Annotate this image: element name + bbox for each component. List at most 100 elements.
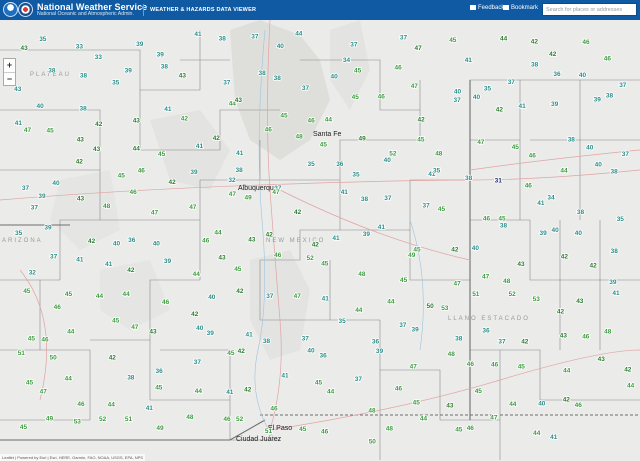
station-value[interactable]: 45 [448, 36, 457, 45]
station-value[interactable]: 45 [117, 172, 126, 181]
station-value[interactable]: 46 [581, 333, 590, 342]
station-value[interactable]: 49 [358, 135, 367, 144]
station-value[interactable]: 45 [517, 363, 526, 372]
station-value[interactable]: 46 [201, 237, 210, 246]
station-value[interactable]: 44 [354, 306, 363, 315]
station-value[interactable]: 45 [474, 387, 483, 396]
station-value[interactable]: 39 [539, 229, 548, 238]
station-value[interactable]: 48 [357, 270, 366, 279]
station-value[interactable]: 34 [342, 56, 351, 65]
station-value[interactable]: 40 [383, 156, 392, 165]
station-value[interactable]: 49 [156, 424, 165, 433]
station-value[interactable]: 46 [264, 126, 273, 135]
station-value[interactable]: 39 [156, 51, 165, 60]
station-value[interactable]: 43 [92, 145, 101, 154]
station-value[interactable]: 48 [295, 133, 304, 142]
station-value[interactable]: 44 [194, 387, 203, 396]
station-value[interactable]: 45 [233, 265, 242, 274]
station-value[interactable]: 35 [14, 229, 23, 238]
station-value[interactable]: 47 [476, 138, 485, 147]
station-value[interactable]: 46 [137, 167, 146, 176]
station-value[interactable]: 38 [499, 222, 508, 231]
station-value[interactable]: 47 [409, 363, 418, 372]
station-value[interactable]: 41 [104, 260, 113, 269]
bookmark-button[interactable]: Bookmark [503, 5, 538, 11]
station-value[interactable]: 44 [508, 400, 517, 409]
station-value[interactable]: 44 [560, 167, 569, 176]
station-value[interactable]: 37 [398, 321, 407, 330]
station-value[interactable]: 37 [498, 337, 507, 346]
station-value[interactable]: 37 [399, 34, 408, 43]
station-value[interactable]: 51 [471, 290, 480, 299]
station-value[interactable]: 40 [207, 293, 216, 302]
station-value[interactable]: 40 [472, 93, 481, 102]
station-value[interactable]: 37 [453, 96, 462, 105]
station-value[interactable]: 37 [21, 184, 30, 193]
station-value[interactable]: 44 [122, 290, 131, 299]
station-value[interactable]: 42 [293, 208, 302, 217]
station-value[interactable]: 40 [594, 161, 603, 170]
station-value[interactable]: 38 [126, 374, 135, 383]
station-value[interactable]: 41 [464, 56, 473, 65]
station-value[interactable]: 42 [180, 115, 189, 124]
station-value[interactable]: 47 [130, 323, 139, 332]
station-value[interactable]: 37 [621, 150, 630, 159]
station-value[interactable]: 39 [38, 192, 47, 201]
station-value[interactable]: 36 [319, 352, 328, 361]
station-value[interactable]: 38 [79, 72, 88, 81]
station-value[interactable]: 37 [222, 79, 231, 88]
station-value[interactable]: 38 [258, 69, 267, 78]
station-value[interactable]: 49 [244, 194, 253, 203]
station-value[interactable]: 46 [490, 361, 499, 370]
station-value[interactable]: 50 [49, 353, 58, 362]
station-value[interactable]: 44 [562, 366, 571, 375]
station-value[interactable]: 42 [212, 134, 221, 143]
station-value[interactable]: 45 [511, 143, 520, 152]
station-value[interactable]: 40 [112, 240, 121, 249]
station-value[interactable]: 39 [411, 326, 420, 335]
station-value[interactable]: 43 [20, 44, 29, 53]
station-value[interactable]: 42 [94, 120, 103, 129]
station-value[interactable]: 37 [193, 358, 202, 367]
station-value[interactable]: 42 [168, 178, 177, 187]
station-value[interactable]: 45 [25, 379, 34, 388]
station-value[interactable]: 45 [19, 423, 28, 432]
station-value[interactable]: 46 [394, 384, 403, 393]
station-value[interactable]: 38 [360, 195, 369, 204]
station-value[interactable]: 46 [603, 55, 612, 64]
station-value[interactable]: 39 [362, 230, 371, 239]
station-value[interactable]: 42 [237, 347, 246, 356]
station-value[interactable]: 42 [623, 366, 632, 375]
station-value[interactable]: 46 [307, 117, 316, 126]
station-value[interactable]: 51 [264, 427, 273, 436]
station-value[interactable]: 45 [353, 67, 362, 76]
station-value[interactable]: 40 [307, 347, 316, 356]
station-value[interactable]: 45 [64, 290, 73, 299]
station-value[interactable]: 45 [157, 150, 166, 159]
station-value[interactable]: 42 [87, 237, 96, 246]
station-value[interactable]: 41 [332, 234, 341, 243]
zoom-in-button[interactable]: + [4, 59, 15, 73]
station-value[interactable]: 44 [626, 382, 635, 391]
station-value[interactable]: 42 [548, 50, 557, 59]
station-value[interactable]: 35 [432, 167, 441, 176]
station-value[interactable]: 36 [335, 160, 344, 169]
station-value[interactable]: 36 [553, 70, 562, 79]
weather-map[interactable]: Albuquerque NEW MEXICO ARIZONA Ciudad Ju… [0, 20, 640, 461]
station-value[interactable]: 44 [107, 401, 116, 410]
station-value[interactable]: 41 [235, 149, 244, 158]
station-value[interactable]: 40 [578, 71, 587, 80]
station-value[interactable]: 46 [482, 215, 491, 224]
station-value[interactable]: 41 [340, 188, 349, 197]
station-value[interactable]: 48 [186, 413, 195, 422]
station-value[interactable]: 41 [281, 372, 290, 381]
station-value[interactable]: 47 [39, 388, 48, 397]
station-value[interactable]: 40 [551, 226, 560, 235]
station-value[interactable]: 51 [17, 349, 26, 358]
station-value[interactable]: 39 [375, 347, 384, 356]
station-value[interactable]: 39 [550, 100, 559, 109]
station-value[interactable]: 34 [547, 194, 556, 203]
station-value[interactable]: 35 [111, 79, 120, 88]
station-value[interactable]: 44 [294, 30, 303, 39]
station-value[interactable]: 49 [45, 415, 54, 424]
